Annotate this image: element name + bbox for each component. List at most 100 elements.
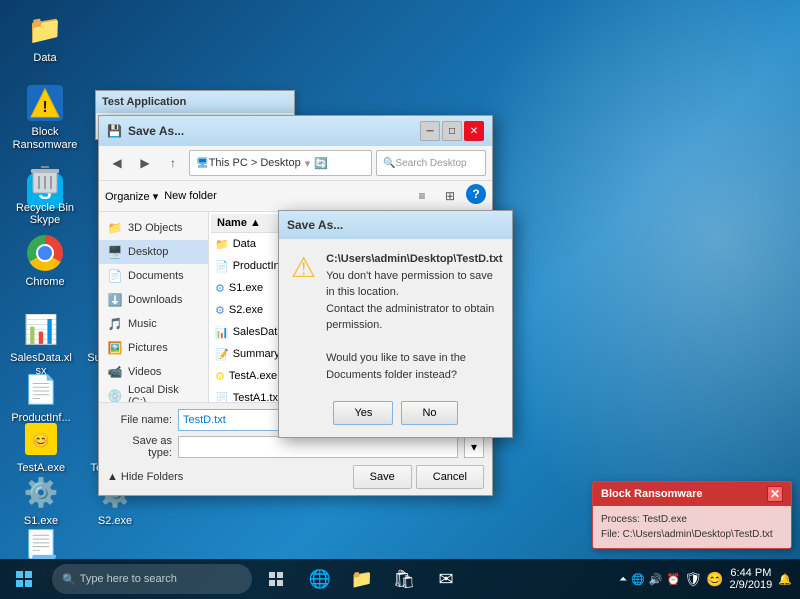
notify-process: Process: TestD.exe xyxy=(601,512,783,527)
no-button[interactable]: No xyxy=(401,401,457,425)
desktop-icon-recycle-bin[interactable]: Recycle Bin xyxy=(5,155,85,219)
yes-button[interactable]: Yes xyxy=(333,401,393,425)
desktop-icon-block-ransomware[interactable]: ! Block Ransomware xyxy=(5,79,85,156)
documents-icon: 📄 xyxy=(107,268,123,284)
save-as-titlebar: 💾 Save As... ─ □ ✕ xyxy=(99,116,492,146)
taskbar-clock[interactable]: 6:44 PM 2/9/2019 xyxy=(729,567,772,591)
nav-local-c[interactable]: 💿 Local Disk (C:) xyxy=(99,384,208,402)
dialog-toolbar: ◀ ▶ ↑ 🖥 This PC > Desktop ▾ 🔄 🔍 Search D… xyxy=(99,146,492,181)
svg-text:😊: 😊 xyxy=(32,432,49,448)
dialog-maximize-button[interactable]: □ xyxy=(442,121,462,141)
permission-buttons: Yes No xyxy=(279,395,512,437)
location-bar[interactable]: 🖥 This PC > Desktop ▾ 🔄 xyxy=(189,150,372,176)
dialog-footer-buttons: ▲ Hide Folders Save Cancel xyxy=(107,465,484,489)
tray-network-icon[interactable]: 🌐 xyxy=(631,573,645,586)
tray-ransomware-icon[interactable]: 🛡 xyxy=(684,571,702,588)
hide-folders-toggle[interactable]: ▲ Hide Folders xyxy=(107,471,183,483)
nav-panel: 📁 3D Objects 🖥️ Desktop 📄 Documents ⬇️ D… xyxy=(99,212,209,402)
savetype-row: Save as type: ▾ xyxy=(107,435,484,459)
date-display: 2/9/2019 xyxy=(729,579,772,591)
nav-pictures[interactable]: 🖼️ Pictures xyxy=(99,336,208,360)
nav-desktop[interactable]: 🖥️ Desktop xyxy=(99,240,208,264)
permission-path: C:\Users\admin\Desktop\TestD.txt xyxy=(326,251,502,268)
taskbar-edge-icon[interactable]: 🌐 xyxy=(300,559,340,599)
organize-button[interactable]: Organize ▾ xyxy=(105,190,158,203)
notify-close-button[interactable]: ✕ xyxy=(767,486,783,502)
new-folder-button[interactable]: New folder xyxy=(164,190,217,202)
icon-label-recycle-bin: Recycle Bin xyxy=(16,202,74,215)
music-icon: 🎵 xyxy=(107,316,123,332)
savetype-input[interactable] xyxy=(178,436,458,458)
test-app-title: Test Application xyxy=(102,96,186,108)
ransomware-notification[interactable]: Block Ransomware ✕ Process: TestD.exe Fi… xyxy=(592,481,792,549)
svg-text:!: ! xyxy=(42,99,47,116)
cancel-button[interactable]: Cancel xyxy=(416,465,484,489)
save-cancel-buttons: Save Cancel xyxy=(353,465,484,489)
forward-button[interactable]: ▶ xyxy=(133,151,157,175)
permission-dialog[interactable]: Save As... ⚠ C:\Users\admin\Desktop\Test… xyxy=(278,210,513,438)
taskbar-apps: 🌐 📁 🛍 ✉ xyxy=(300,559,466,599)
notify-title: Block Ransomware xyxy=(601,488,702,500)
taskbar-mail-icon[interactable]: ✉ xyxy=(426,559,466,599)
savetype-label: Save as type: xyxy=(107,435,172,459)
icon-label-s2-exe: S2.exe xyxy=(98,515,132,528)
search-icon: 🔍 xyxy=(62,573,76,586)
windows-icon xyxy=(16,571,32,587)
nav-music[interactable]: 🎵 Music xyxy=(99,312,208,336)
dialog-minimize-button[interactable]: ─ xyxy=(420,121,440,141)
icon-label-data: Data xyxy=(33,52,56,65)
warning-icon: ⚠ xyxy=(291,251,316,383)
dialog-toolbar2: Organize ▾ New folder ≡ ⊞ ? xyxy=(99,181,492,212)
start-button[interactable] xyxy=(0,559,48,599)
view-mode-button[interactable]: ≡ xyxy=(410,184,434,208)
nav-downloads[interactable]: ⬇️ Downloads xyxy=(99,288,208,312)
up-button[interactable]: ↑ xyxy=(161,151,185,175)
tray-up-arrow[interactable]: ⏶ xyxy=(619,574,627,585)
desktop-icon-nav: 🖥️ xyxy=(107,244,123,260)
permission-titlebar: Save As... xyxy=(279,211,512,239)
save-as-title-text: 💾 Save As... xyxy=(107,124,184,138)
permission-message1: You don't have permission to save in thi… xyxy=(326,268,502,301)
notify-file: File: C:\Users\admin\Desktop\TestD.txt xyxy=(601,527,783,542)
back-button[interactable]: ◀ xyxy=(105,151,129,175)
taskbar-store-icon[interactable]: 🛍 xyxy=(384,559,424,599)
system-tray: ⏶ 🌐 🔊 ⏰ 🛡 😊 xyxy=(619,571,723,588)
tray-volume-icon[interactable]: 🔊 xyxy=(649,573,663,586)
taskbar-folder-icon[interactable]: 📁 xyxy=(342,559,382,599)
3d-icon: 📁 xyxy=(107,220,123,236)
nav-documents[interactable]: 📄 Documents xyxy=(99,264,208,288)
tray-smiley-icon[interactable]: 😊 xyxy=(706,571,723,588)
test-app-titlebar: Test Application xyxy=(96,91,294,113)
search-placeholder: Search Desktop xyxy=(395,158,466,169)
permission-text: C:\Users\admin\Desktop\TestD.txt You don… xyxy=(326,251,502,383)
notify-header: Block Ransomware ✕ xyxy=(593,482,791,506)
notification-button[interactable]: 🔔 xyxy=(778,573,792,586)
help-button[interactable]: ? xyxy=(466,184,486,204)
time-display: 6:44 PM xyxy=(729,567,772,579)
task-view-button[interactable] xyxy=(256,559,296,599)
nav-videos[interactable]: 📹 Videos xyxy=(99,360,208,384)
icon-label-chrome: Chrome xyxy=(25,276,64,289)
permission-message3: Would you like to save in the Documents … xyxy=(326,350,502,383)
permission-body: ⚠ C:\Users\admin\Desktop\TestD.txt You d… xyxy=(279,239,512,395)
view-options-button[interactable]: ⊞ xyxy=(438,184,462,208)
nav-3d-objects[interactable]: 📁 3D Objects xyxy=(99,216,208,240)
notify-body: Process: TestD.exe File: C:\Users\admin\… xyxy=(593,506,791,548)
filename-label: File name: xyxy=(107,414,172,426)
savetype-dropdown[interactable]: ▾ xyxy=(464,436,484,458)
tray-time-icon[interactable]: ⏰ xyxy=(667,573,681,586)
desktop-icon-data[interactable]: 📁 Data xyxy=(5,5,85,69)
downloads-icon: ⬇️ xyxy=(107,292,123,308)
dialog-close-button[interactable]: ✕ xyxy=(464,121,484,141)
local-c-icon: 💿 xyxy=(107,388,123,402)
desktop-icon-chrome[interactable]: Chrome xyxy=(5,229,85,293)
icon-label-block-ransomware: Block Ransomware xyxy=(9,126,81,152)
permission-message2: Contact the administrator to obtain perm… xyxy=(326,301,502,334)
taskbar-search[interactable]: 🔍 Type here to search xyxy=(52,564,252,594)
save-button[interactable]: Save xyxy=(353,465,412,489)
search-placeholder-text: Type here to search xyxy=(80,573,177,585)
search-bar[interactable]: 🔍 Search Desktop xyxy=(376,150,486,176)
dialog-window-controls: ─ □ ✕ xyxy=(420,121,484,141)
pictures-icon: 🖼️ xyxy=(107,340,123,356)
permission-title: Save As... xyxy=(287,218,343,232)
